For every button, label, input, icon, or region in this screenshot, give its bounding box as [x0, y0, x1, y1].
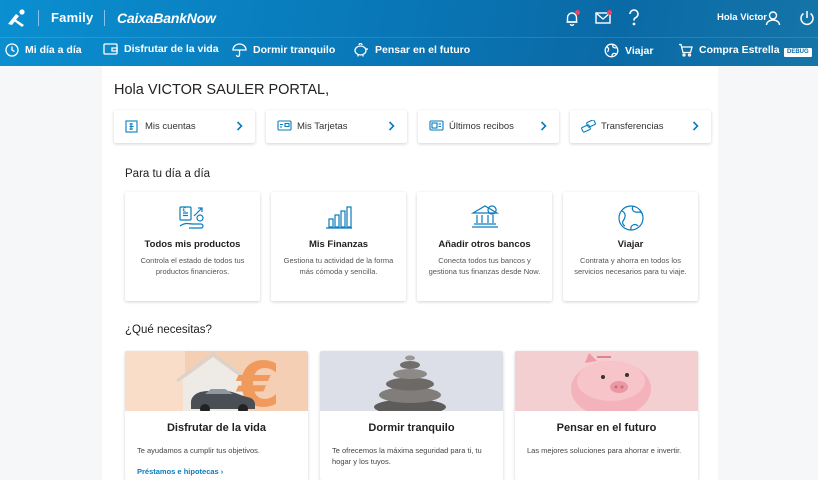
receipt-icon: [429, 120, 444, 131]
globe-icon: [604, 43, 619, 58]
quick-link-label: Transferencias: [601, 121, 664, 132]
piggy-icon: [354, 43, 368, 57]
power-icon[interactable]: [797, 8, 817, 28]
card-viajar[interactable]: Viajar Contrata y ahorra en todos los se…: [563, 192, 698, 301]
bell-icon[interactable]: [562, 8, 582, 28]
card-dormir-tranquilo[interactable]: Dormir tranquilo Te ofrecemos la máxima …: [320, 351, 503, 480]
cart-icon: [679, 43, 693, 57]
quick-link-label: Mis cuentas: [145, 121, 196, 132]
nav-item-compra-estrella[interactable]: Compra Estrella: [678, 43, 780, 57]
brand-caixabank-now[interactable]: CaixaBankNow: [117, 10, 216, 26]
nav-item-disfrutar[interactable]: Disfrutar de la vida: [103, 43, 219, 55]
card-title: Añadir otros bancos: [438, 239, 531, 250]
help-icon[interactable]: [624, 8, 644, 28]
quick-link-label: Últimos recibos: [449, 121, 514, 132]
notification-dot: [607, 10, 612, 15]
header-divider: [104, 10, 105, 26]
card-anadir-otros-bancos[interactable]: Añadir otros bancos Conecta todos tus ba…: [417, 192, 552, 301]
transfer-icon: [581, 120, 596, 133]
card-title: Mis Finanzas: [308, 239, 369, 250]
top-bar: Family CaixaBankNow Hola Victor: [0, 0, 818, 37]
card-title: Dormir tranquilo: [368, 422, 455, 434]
nav-item-dormir[interactable]: Dormir tranquilo: [232, 43, 335, 57]
page-greeting: Hola VICTOR SAULER PORTAL,: [114, 82, 330, 98]
quick-link-ultimos-recibos[interactable]: Últimos recibos: [418, 110, 559, 143]
card-disfrutar-de-la-vida[interactable]: € Disfrutar de la vida Te ayudamos a cum…: [125, 351, 308, 480]
quick-link-transferencias[interactable]: Transferencias: [570, 110, 711, 143]
quick-link-mis-cuentas[interactable]: Mis cuentas: [114, 110, 255, 143]
header-divider: [38, 10, 39, 26]
user-greeting[interactable]: Hola Victor: [717, 12, 767, 23]
quick-link-label: Mis Tarjetas: [297, 121, 348, 132]
card-description: Conecta todos tus bancos y gestiona tus …: [428, 256, 541, 276]
bar-chart-icon: [325, 206, 352, 229]
nav-item-viajar[interactable]: Viajar: [604, 43, 653, 58]
nav-item-label: Viajar: [625, 44, 654, 57]
nav-item-pensar[interactable]: Pensar en el futuro: [353, 43, 470, 57]
link-label: Préstamos e hipotecas: [137, 467, 219, 476]
clock-icon: [5, 43, 19, 57]
stones-image: [320, 351, 503, 411]
section-title-needs: ¿Qué necesitas?: [125, 324, 212, 336]
card-icon: [277, 120, 292, 131]
section-title-daily: Para tu día a día: [125, 168, 211, 180]
card-title: Viajar: [617, 239, 644, 250]
notification-dot: [575, 10, 580, 15]
svg-text:€: €: [182, 207, 186, 214]
nav-item-mi-dia-a-dia[interactable]: Mi día a día: [5, 43, 82, 57]
main-content: Hola VICTOR SAULER PORTAL, Mis cuentas M…: [102, 66, 718, 480]
caixabank-star-logo-icon[interactable]: [6, 8, 28, 28]
card-pensar-en-el-futuro[interactable]: Pensar en el futuro Las mejores solucion…: [515, 351, 698, 480]
nav-item-label: Dormir tranquilo: [253, 44, 336, 56]
chevron-right-icon: [540, 121, 547, 131]
prestamos-hipotecas-link[interactable]: Préstamos e hipotecas ›: [137, 467, 223, 476]
chevron-right-icon: [236, 121, 243, 131]
quick-link-mis-tarjetas[interactable]: Mis Tarjetas: [266, 110, 407, 143]
debug-badge[interactable]: DEBUG: [784, 48, 812, 57]
chevron-right-icon: [388, 121, 395, 131]
card-todos-mis-productos[interactable]: € Todos mis productos Controla el estado…: [125, 192, 260, 301]
nav-item-label: Mi día a día: [25, 44, 82, 56]
card-description: Gestiona tu actividad de la forma más có…: [283, 256, 394, 276]
brand-family[interactable]: Family: [51, 10, 93, 25]
chevron-right-icon: ›: [220, 467, 224, 476]
chevron-right-icon: [692, 121, 699, 131]
card-description: Las mejores soluciones para ahorrar e in…: [527, 446, 682, 455]
app-header: Family CaixaBankNow Hola Victor Mi día a…: [0, 0, 818, 66]
card-mis-finanzas[interactable]: Mis Finanzas Gestiona tu actividad de la…: [271, 192, 406, 301]
accounts-icon: [125, 120, 138, 133]
main-nav: Mi día a día Disfrutar de la vida Dormir…: [0, 37, 818, 66]
products-icon: €: [178, 206, 204, 229]
card-title: Todos mis productos: [144, 239, 241, 250]
card-description: Te ayudamos a cumplir tus objetivos.: [137, 446, 260, 455]
umbrella-icon: [232, 43, 247, 57]
wallet-icon: [103, 43, 118, 55]
mail-icon[interactable]: [593, 8, 613, 28]
nav-item-label: Disfrutar de la vida: [124, 43, 219, 55]
card-title: Pensar en el futuro: [556, 422, 657, 434]
car-house-image: €: [125, 351, 308, 411]
card-description: Te ofrecemos la máxima seguridad para ti…: [332, 446, 482, 466]
piggy-bank-image: [515, 351, 698, 411]
user-icon[interactable]: [763, 8, 783, 28]
bank-icon: [470, 205, 499, 228]
card-title: Disfrutar de la vida: [166, 422, 267, 434]
nav-item-label: Compra Estrella: [699, 44, 780, 56]
card-description: Contrata y ahorra en todos los servicios…: [574, 256, 687, 276]
card-description: Controla el estado de todos tus producto…: [140, 256, 245, 276]
globe-icon: [617, 205, 644, 231]
nav-item-label: Pensar en el futuro: [375, 44, 471, 56]
